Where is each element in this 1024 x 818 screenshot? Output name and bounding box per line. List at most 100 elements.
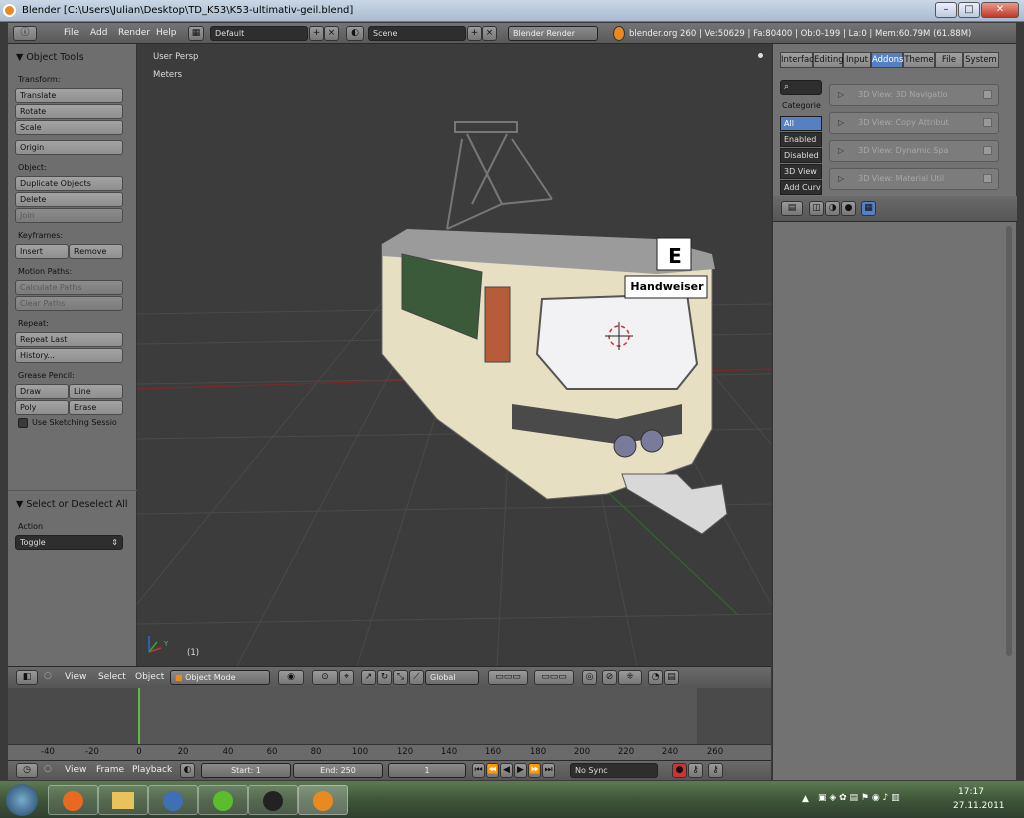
expand-arrow-icon[interactable]: ▷ xyxy=(838,169,844,189)
menu-object[interactable]: Object xyxy=(135,672,164,682)
addon-enable-checkbox[interactable] xyxy=(983,90,992,99)
opengl-render-icon[interactable]: ▤ xyxy=(664,670,679,685)
properties-scrollbar[interactable] xyxy=(1006,226,1012,656)
icq-taskbar-icon[interactable] xyxy=(198,785,248,815)
current-frame-indicator[interactable] xyxy=(138,688,140,744)
render-context-icon[interactable]: ◫ xyxy=(809,201,824,216)
tab-file[interactable]: File xyxy=(935,52,963,68)
scene-icon[interactable]: ◐ xyxy=(346,26,364,41)
jump-end-icon[interactable]: ⏭ xyxy=(542,763,555,778)
tab-editing[interactable]: Editing xyxy=(813,52,844,68)
firefox-taskbar-icon[interactable] xyxy=(48,785,98,815)
editor-type-clock-icon[interactable]: ◷ xyxy=(16,763,38,778)
scene-field[interactable]: Scene xyxy=(368,26,466,41)
record-icon[interactable]: ● xyxy=(672,763,687,778)
category-enabled[interactable]: Enabled xyxy=(780,132,822,147)
erase-button[interactable]: Erase xyxy=(69,400,123,415)
header-collapse-icon[interactable]: ○ xyxy=(44,764,52,774)
timeline-area[interactable] xyxy=(8,688,771,744)
addon-search-field[interactable]: ⌕ xyxy=(780,80,822,95)
scene-add-icon[interactable]: + xyxy=(467,26,482,41)
jump-start-icon[interactable]: ⏮ xyxy=(472,763,485,778)
expand-arrow-icon[interactable]: ▷ xyxy=(838,113,844,133)
calculate-paths-button[interactable]: Calculate Paths xyxy=(15,280,123,295)
addon-enable-checkbox[interactable] xyxy=(983,174,992,183)
addon-enable-checkbox[interactable] xyxy=(983,146,992,155)
viewport-corner-icon[interactable] xyxy=(758,53,763,58)
addon-item[interactable]: ▷ 3D View: 3D Navigatio xyxy=(829,84,999,106)
tab-interface[interactable]: Interface xyxy=(780,52,819,68)
layout-add-icon[interactable]: + xyxy=(309,26,324,41)
scene-context-icon[interactable]: ◑ xyxy=(825,201,840,216)
addon-item[interactable]: ▷ 3D View: Dynamic Spa xyxy=(829,140,999,162)
addon-item[interactable]: ▷ 3D View: Material Util xyxy=(829,168,999,190)
translate-button[interactable]: Translate xyxy=(15,88,123,103)
3d-viewport[interactable]: User Persp Meters E Handweiser Y (1) xyxy=(137,44,771,666)
blender-taskbar-icon[interactable] xyxy=(298,785,348,815)
menu-file[interactable]: File xyxy=(64,28,79,38)
thunderbird-taskbar-icon[interactable] xyxy=(148,785,198,815)
manipulator-translate-icon[interactable]: ↗ xyxy=(361,670,376,685)
sync-select[interactable]: No Sync xyxy=(570,763,658,778)
duplicate-objects-button[interactable]: Duplicate Objects xyxy=(15,176,123,191)
category-add-curve[interactable]: Add Curv xyxy=(780,180,822,195)
world-context-icon[interactable]: ● xyxy=(841,201,856,216)
tab-addons[interactable]: Addons xyxy=(871,52,903,68)
category-3d-view[interactable]: 3D View xyxy=(780,164,822,179)
current-frame-field[interactable]: 1 xyxy=(388,763,466,778)
scene-remove-icon[interactable]: × xyxy=(482,26,497,41)
panel-object-tools-header[interactable]: ▼ Object Tools xyxy=(16,52,84,63)
render-engine-select[interactable]: Blender Render xyxy=(508,26,598,41)
menu-frame[interactable]: Frame xyxy=(96,765,124,775)
delete-button[interactable]: Delete xyxy=(15,192,123,207)
layout-field[interactable]: Default xyxy=(210,26,308,41)
category-all[interactable]: All xyxy=(780,116,822,131)
insert-keyframe-button[interactable]: Insert xyxy=(15,244,69,259)
line-button[interactable]: Line xyxy=(69,384,123,399)
prev-keyframe-icon[interactable]: ⏪ xyxy=(486,763,499,778)
start-button[interactable] xyxy=(6,784,38,816)
snap-element-icon[interactable]: ⁜ xyxy=(618,670,642,685)
layout-icon[interactable]: ▦ xyxy=(188,26,204,41)
menu-select[interactable]: Select xyxy=(98,672,126,682)
close-button[interactable]: ✕ xyxy=(981,2,1019,18)
play-icon[interactable]: ▶ xyxy=(514,763,527,778)
maximize-button[interactable]: □ xyxy=(958,2,980,18)
next-keyframe-icon[interactable]: ⏩ xyxy=(528,763,541,778)
rotate-button[interactable]: Rotate xyxy=(15,104,123,119)
play-reverse-icon[interactable]: ◀ xyxy=(500,763,513,778)
end-frame-field[interactable]: End: 250 xyxy=(293,763,383,778)
timeline-editor[interactable]: -40 -20 0 20 40 60 80 100 120 140 160 18… xyxy=(8,688,771,760)
menu-help[interactable]: Help xyxy=(156,28,177,38)
category-disabled[interactable]: Disabled xyxy=(780,148,822,163)
steam-taskbar-icon[interactable] xyxy=(248,785,298,815)
proportional-edit-icon[interactable]: ◎ xyxy=(582,670,597,685)
menu-view[interactable]: View xyxy=(65,672,86,682)
expand-arrow-icon[interactable]: ▷ xyxy=(838,85,844,105)
remove-keyframe-button[interactable]: Remove xyxy=(69,244,123,259)
keyframe-insert-icon[interactable]: ⚷ xyxy=(708,763,723,778)
join-button[interactable]: Join xyxy=(15,208,123,223)
minimize-button[interactable]: – xyxy=(935,2,957,18)
repeat-last-button[interactable]: Repeat Last xyxy=(15,332,123,347)
editor-type-cube-icon[interactable]: ◧ xyxy=(16,670,38,685)
manipulator-toggle-icon[interactable]: ⌖ xyxy=(339,670,354,685)
scale-button[interactable]: Scale xyxy=(15,120,123,135)
clear-paths-button[interactable]: Clear Paths xyxy=(15,296,123,311)
manipulator-rotate-icon[interactable]: ↻ xyxy=(377,670,392,685)
render-preview-icon[interactable]: ◔ xyxy=(648,670,663,685)
layers-row2-icon[interactable]: ▭▭▭ xyxy=(534,670,574,685)
explorer-taskbar-icon[interactable] xyxy=(98,785,148,815)
editor-type-icon[interactable]: ⓘ xyxy=(13,26,37,41)
pivot-point-icon[interactable]: ⊙ xyxy=(312,670,338,685)
start-frame-field[interactable]: Start: 1 xyxy=(201,763,291,778)
tray-app-icons[interactable]: ▣ ◈ ✿ ▤ ⚑ ◉ ♪ ▥ xyxy=(818,793,900,803)
editor-type-properties-icon[interactable]: ▤ xyxy=(781,201,803,216)
timeline-ruler[interactable]: -40 -20 0 20 40 60 80 100 120 140 160 18… xyxy=(8,744,771,760)
addon-item[interactable]: ▷ 3D View: Copy Attribut xyxy=(829,112,999,134)
tab-theme[interactable]: Theme xyxy=(903,52,935,68)
menu-view[interactable]: View xyxy=(65,765,86,775)
tray-arrow-icon[interactable]: ▲ xyxy=(802,794,809,804)
header-collapse-icon[interactable]: ○ xyxy=(44,671,52,681)
history-button[interactable]: History... xyxy=(15,348,123,363)
